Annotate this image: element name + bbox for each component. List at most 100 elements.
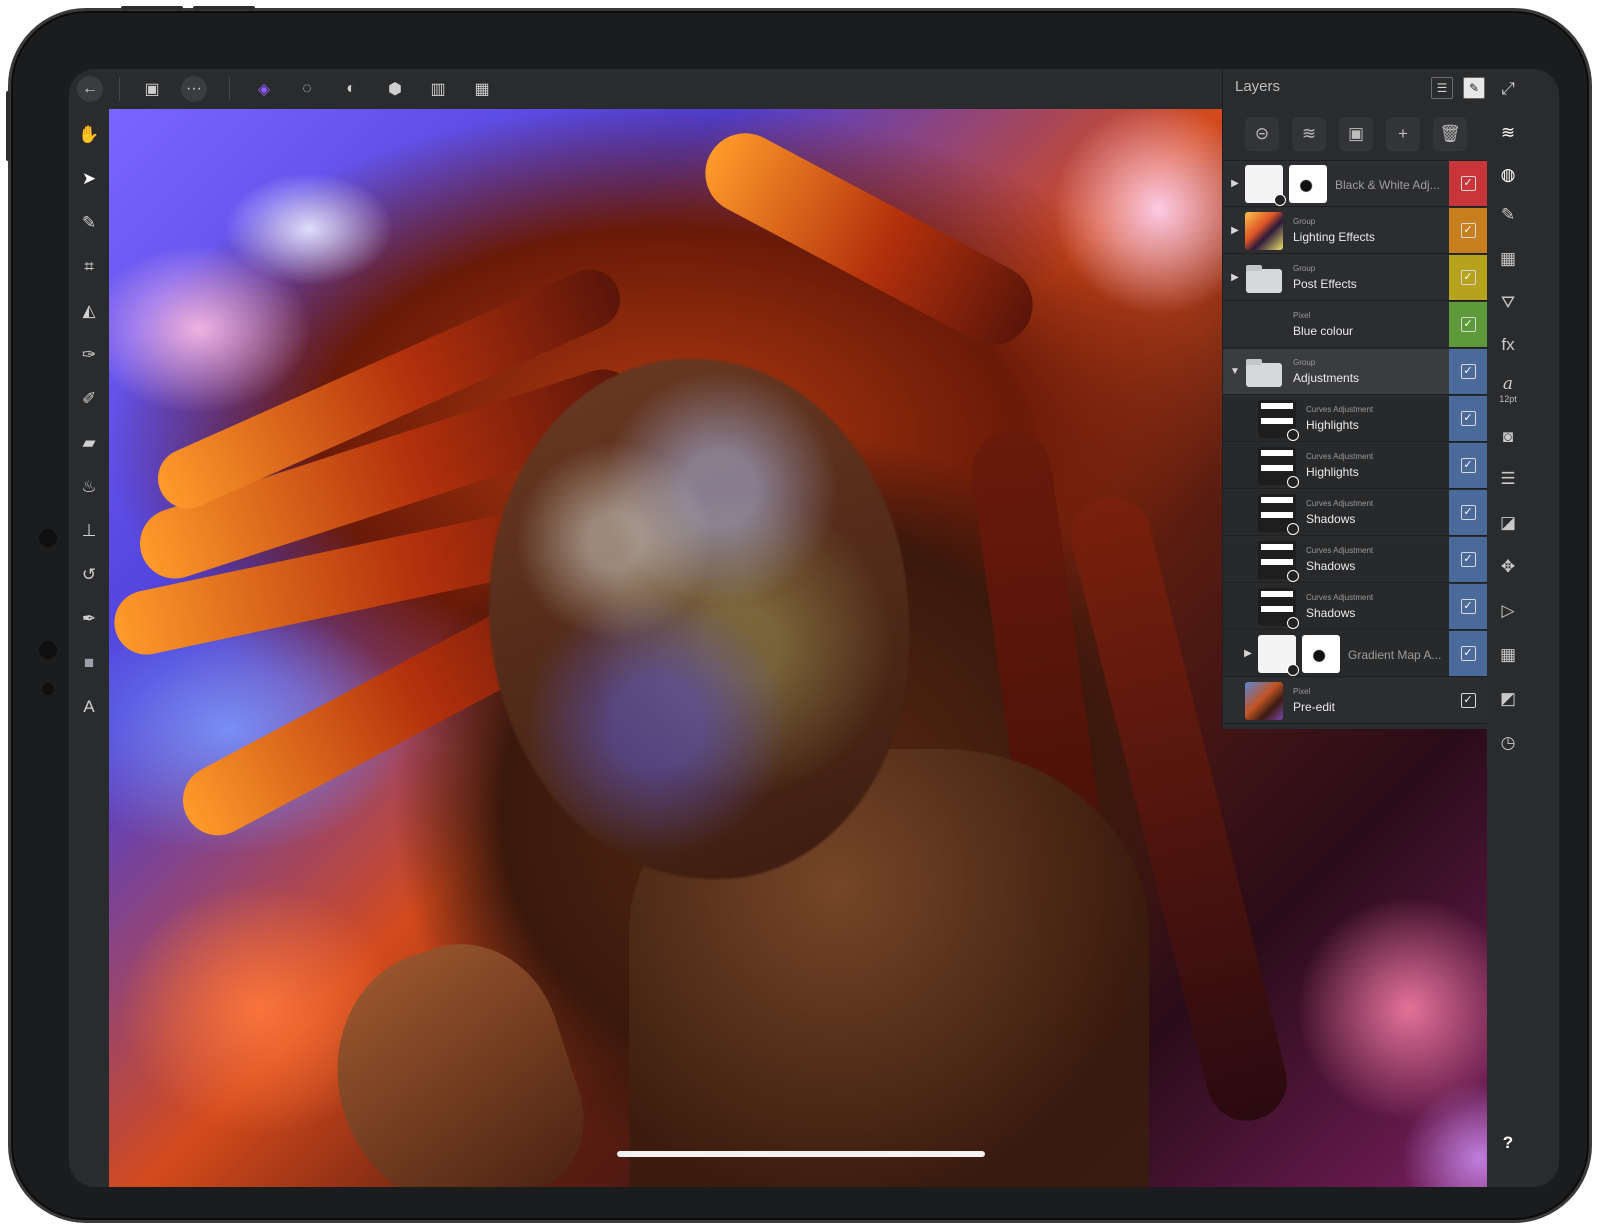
fx-studio-icon[interactable]: fx (1496, 333, 1520, 357)
layer-row[interactable]: ▼ Group Adjustments ✓ (1223, 349, 1489, 395)
layer-row[interactable]: Curves Adjustment Shadows ✓ (1223, 584, 1489, 630)
document-icon[interactable]: ▣ (139, 76, 165, 102)
color-picker-tool-icon[interactable]: ✎ (75, 208, 103, 236)
layer-color-tag: ✓ (1449, 584, 1487, 629)
layer-color-tag: ✓ (1449, 678, 1487, 723)
layer-row[interactable]: Curves Adjustment Shadows ✓ (1223, 537, 1489, 583)
clone-stamp-tool-icon[interactable]: ⊥ (75, 516, 103, 544)
selection-brush-tool-icon[interactable]: ✑ (75, 340, 103, 368)
layer-row[interactable]: ▶ Group Post Effects ✓ (1223, 255, 1489, 301)
visibility-checkbox[interactable]: ✓ (1460, 552, 1476, 567)
add-layer-icon[interactable]: + (1386, 117, 1420, 151)
back-icon[interactable]: ← (77, 76, 103, 102)
stock-studio-icon[interactable]: ▦ (1496, 643, 1520, 667)
layer-type-label: Curves Adjustment (1306, 405, 1374, 414)
expand-arrow-icon[interactable]: ▶ (1242, 646, 1254, 660)
color-studio-glyph: ◍ (1500, 165, 1516, 184)
expand-arrow-icon[interactable]: ▶ (1229, 270, 1241, 284)
paint-brush-tool-icon[interactable]: ✐ (75, 384, 103, 412)
filters-studio-icon[interactable]: ⛛ (1496, 291, 1520, 315)
expand-arrow-icon[interactable]: ▶ (1229, 223, 1241, 237)
develop-persona-icon[interactable]: ⬢ (382, 76, 408, 102)
delete-layer-icon[interactable]: 🗑 (1433, 117, 1467, 151)
visibility-checkbox[interactable]: ✓ (1460, 270, 1476, 285)
visibility-checkbox[interactable]: ✓ (1460, 411, 1476, 426)
flood-fill-tool-icon[interactable]: ◭ (75, 296, 103, 324)
adjustment-layers-icon[interactable]: ≋ (1292, 117, 1326, 151)
visibility-checkbox[interactable]: ✓ (1460, 317, 1476, 332)
layer-thumbnail (1258, 541, 1299, 582)
channels-studio-icon[interactable]: ▦ (1496, 247, 1520, 271)
tools-toolbar: ✋ ➤ ✎ ⌗ ◭ ✑ ✐ ▰ ♨ ⊥ ↺ ✒ ■ A (69, 109, 109, 1187)
tone-mapping-persona-icon[interactable]: ▥ (425, 76, 451, 102)
font-size-label: 12pt (1499, 394, 1517, 404)
fullscreen-icon[interactable]: ⤢ (1496, 77, 1520, 101)
layer-thumbnail (1258, 400, 1299, 441)
pen-tool-icon[interactable]: ✒ (75, 604, 103, 632)
layer-row[interactable]: Curves Adjustment Shadows ✓ (1223, 490, 1489, 536)
layer-name: Post Effects (1293, 277, 1357, 291)
blend-mode-icon[interactable]: ⊝ (1245, 117, 1279, 151)
layer-type-label: Curves Adjustment (1306, 499, 1374, 508)
layer-color-tag: ✓ (1449, 443, 1487, 488)
layer-name: Gradient Map A... (1348, 648, 1442, 662)
text-style-studio-icon[interactable]: a 12pt (1496, 374, 1520, 404)
visibility-checkbox[interactable]: ✓ (1460, 646, 1476, 661)
visibility-checkbox[interactable]: ✓ (1460, 364, 1476, 379)
visibility-checkbox[interactable]: ✓ (1460, 223, 1476, 238)
layers-panel: Layers ☰ ✎ ⊝ ≋ ▣ + 🗑 ▶ Black & White Adj... ✓ ▶… (1222, 69, 1489, 729)
history-studio-icon[interactable]: ◷ (1496, 731, 1520, 755)
move-tool-icon[interactable]: ➤ (75, 164, 103, 192)
layer-row[interactable]: ▶ Gradient Map A... ✓ (1223, 631, 1489, 677)
transform-studio-icon[interactable]: ◪ (1496, 511, 1520, 535)
camera-studio-icon[interactable]: ◙ (1496, 425, 1520, 449)
pin-panel-icon[interactable]: ✎ (1463, 77, 1485, 99)
layer-row[interactable]: Pixel Pre-edit ✓ (1223, 678, 1489, 724)
layer-type-label: Group (1293, 358, 1316, 367)
navigator-studio-icon[interactable]: ✥ (1496, 555, 1520, 579)
panel-menu-icon[interactable]: ☰ (1431, 77, 1453, 99)
liquify-persona-icon[interactable]: ◐ (338, 76, 364, 102)
selection-persona-icon[interactable]: ◌ (294, 76, 320, 102)
crop-tool-icon[interactable]: ⌗ (75, 252, 103, 280)
photo-persona-icon[interactable]: ◈ (251, 76, 277, 102)
eraser-tool-icon[interactable]: ▰ (75, 428, 103, 456)
layers-studio-icon[interactable]: ≋ (1496, 121, 1520, 145)
text-tool-icon[interactable]: A (75, 692, 103, 720)
layer-type-label: Pixel (1293, 311, 1311, 320)
layer-name: Shadows (1306, 559, 1356, 573)
more-icon[interactable]: ··· (181, 76, 207, 102)
collapse-arrow-icon[interactable]: ▼ (1229, 364, 1241, 378)
layer-row[interactable]: Curves Adjustment Highlights ✓ (1223, 396, 1489, 442)
layer-row[interactable]: ▶ Group Lighting Effects ✓ (1223, 208, 1489, 254)
visibility-checkbox[interactable]: ✓ (1460, 599, 1476, 614)
macro-studio-icon[interactable]: ▷ (1496, 599, 1520, 623)
layer-thumbnail (1245, 353, 1283, 391)
healing-brush-tool-icon[interactable]: ↺ (75, 560, 103, 588)
histogram-studio-icon[interactable]: ◩ (1496, 687, 1520, 711)
home-indicator[interactable] (617, 1151, 985, 1157)
hand-tool-icon[interactable]: ✋ (75, 120, 103, 148)
layer-name: Shadows (1306, 606, 1356, 620)
layer-row[interactable]: Pixel Blue colour ✓ (1223, 302, 1489, 348)
color-studio-icon[interactable]: ◍ (1496, 163, 1520, 187)
layer-row[interactable]: Curves Adjustment Highlights ✓ (1223, 443, 1489, 489)
hair-lock (691, 119, 1047, 359)
brushes-studio-icon[interactable]: ✎ (1496, 203, 1520, 227)
expand-arrow-icon[interactable]: ▶ (1229, 176, 1241, 190)
layer-thumbnail (1258, 588, 1299, 629)
visibility-checkbox[interactable]: ✓ (1460, 693, 1476, 708)
export-persona-icon[interactable]: ▦ (469, 76, 495, 102)
layer-thumbnail (1258, 635, 1299, 676)
visibility-checkbox[interactable]: ✓ (1460, 505, 1476, 520)
layer-type-label: Curves Adjustment (1306, 452, 1374, 461)
visibility-checkbox[interactable]: ✓ (1460, 458, 1476, 473)
help-icon[interactable]: ? (1496, 1131, 1520, 1155)
ipad-frame: ✋ ➤ ✎ ⌗ ◭ ✑ ✐ ▰ ♨ ⊥ ↺ ✒ ■ A ← ▣ ··· ◈ ◌ ◐ ⬢ ▥ ▦ Layers ☰ ✎ ⊝ ≋… (6, 6, 1592, 1223)
adjustments-studio-icon[interactable]: ☰ (1496, 467, 1520, 491)
visibility-checkbox[interactable]: ✓ (1460, 176, 1476, 191)
mask-layer-icon[interactable]: ▣ (1339, 117, 1373, 151)
layer-row[interactable]: ▶ Black & White Adj... ✓ (1223, 161, 1489, 207)
rectangle-tool-icon[interactable]: ■ (75, 648, 103, 676)
burn-tool-icon[interactable]: ♨ (75, 472, 103, 500)
